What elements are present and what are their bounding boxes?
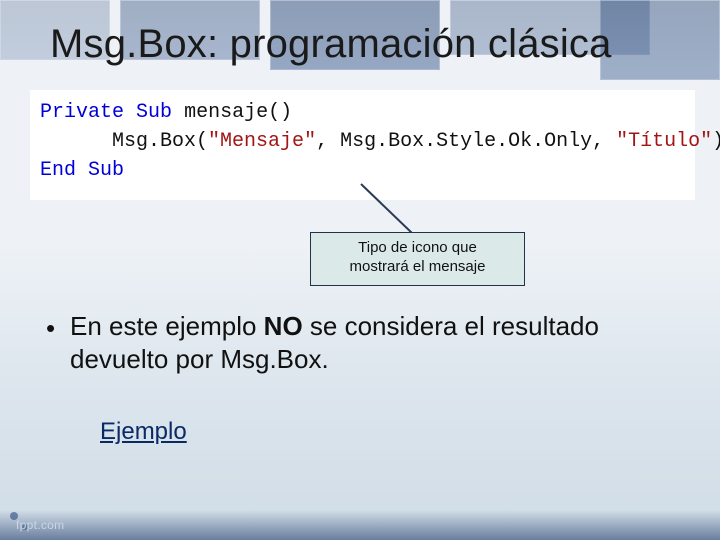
- deco-block: [600, 0, 720, 80]
- code-ident: mensaje: [184, 101, 268, 124]
- code-string: "Título": [616, 130, 712, 153]
- example-link[interactable]: Ejemplo: [100, 418, 187, 446]
- callout-line1: Tipo de icono que: [321, 239, 514, 258]
- callout-box: Tipo de icono que mostrará el mensaje: [310, 232, 525, 286]
- code-punct: (): [268, 101, 292, 124]
- code-keyword: Sub: [88, 159, 124, 182]
- code-ident: Msg.Box: [112, 130, 196, 153]
- body-bold: NO: [264, 311, 303, 341]
- code-keyword: Sub: [136, 101, 172, 124]
- code-string: "Mensaje": [208, 130, 316, 153]
- footer-brand: fppt.com: [16, 518, 64, 532]
- code-punct: ,: [592, 130, 616, 153]
- code-keyword: End: [40, 159, 76, 182]
- code-punct: ): [712, 130, 720, 153]
- code-punct: (: [196, 130, 208, 153]
- code-keyword: Private: [40, 101, 124, 124]
- code-panel: Private Sub mensaje() Msg.Box("Mensaje",…: [30, 90, 695, 200]
- deco-bar: [0, 510, 720, 540]
- code-ident: Msg.Box.Style.Ok.Only: [340, 130, 592, 153]
- callout-line2: mostrará el mensaje: [321, 258, 514, 277]
- slide: Msg.Box: programación clásica Private Su…: [0, 0, 720, 540]
- bullet-marker: •: [46, 312, 55, 345]
- slide-title: Msg.Box: programación clásica: [50, 22, 612, 67]
- code-punct: ,: [316, 130, 340, 153]
- body-pre: En este ejemplo: [70, 311, 264, 341]
- code-block: Private Sub mensaje() Msg.Box("Mensaje",…: [30, 90, 695, 193]
- code-indent: [40, 130, 112, 153]
- body-paragraph: • En este ejemplo NO se considera el res…: [70, 310, 670, 377]
- decorative-bottom: [0, 480, 720, 540]
